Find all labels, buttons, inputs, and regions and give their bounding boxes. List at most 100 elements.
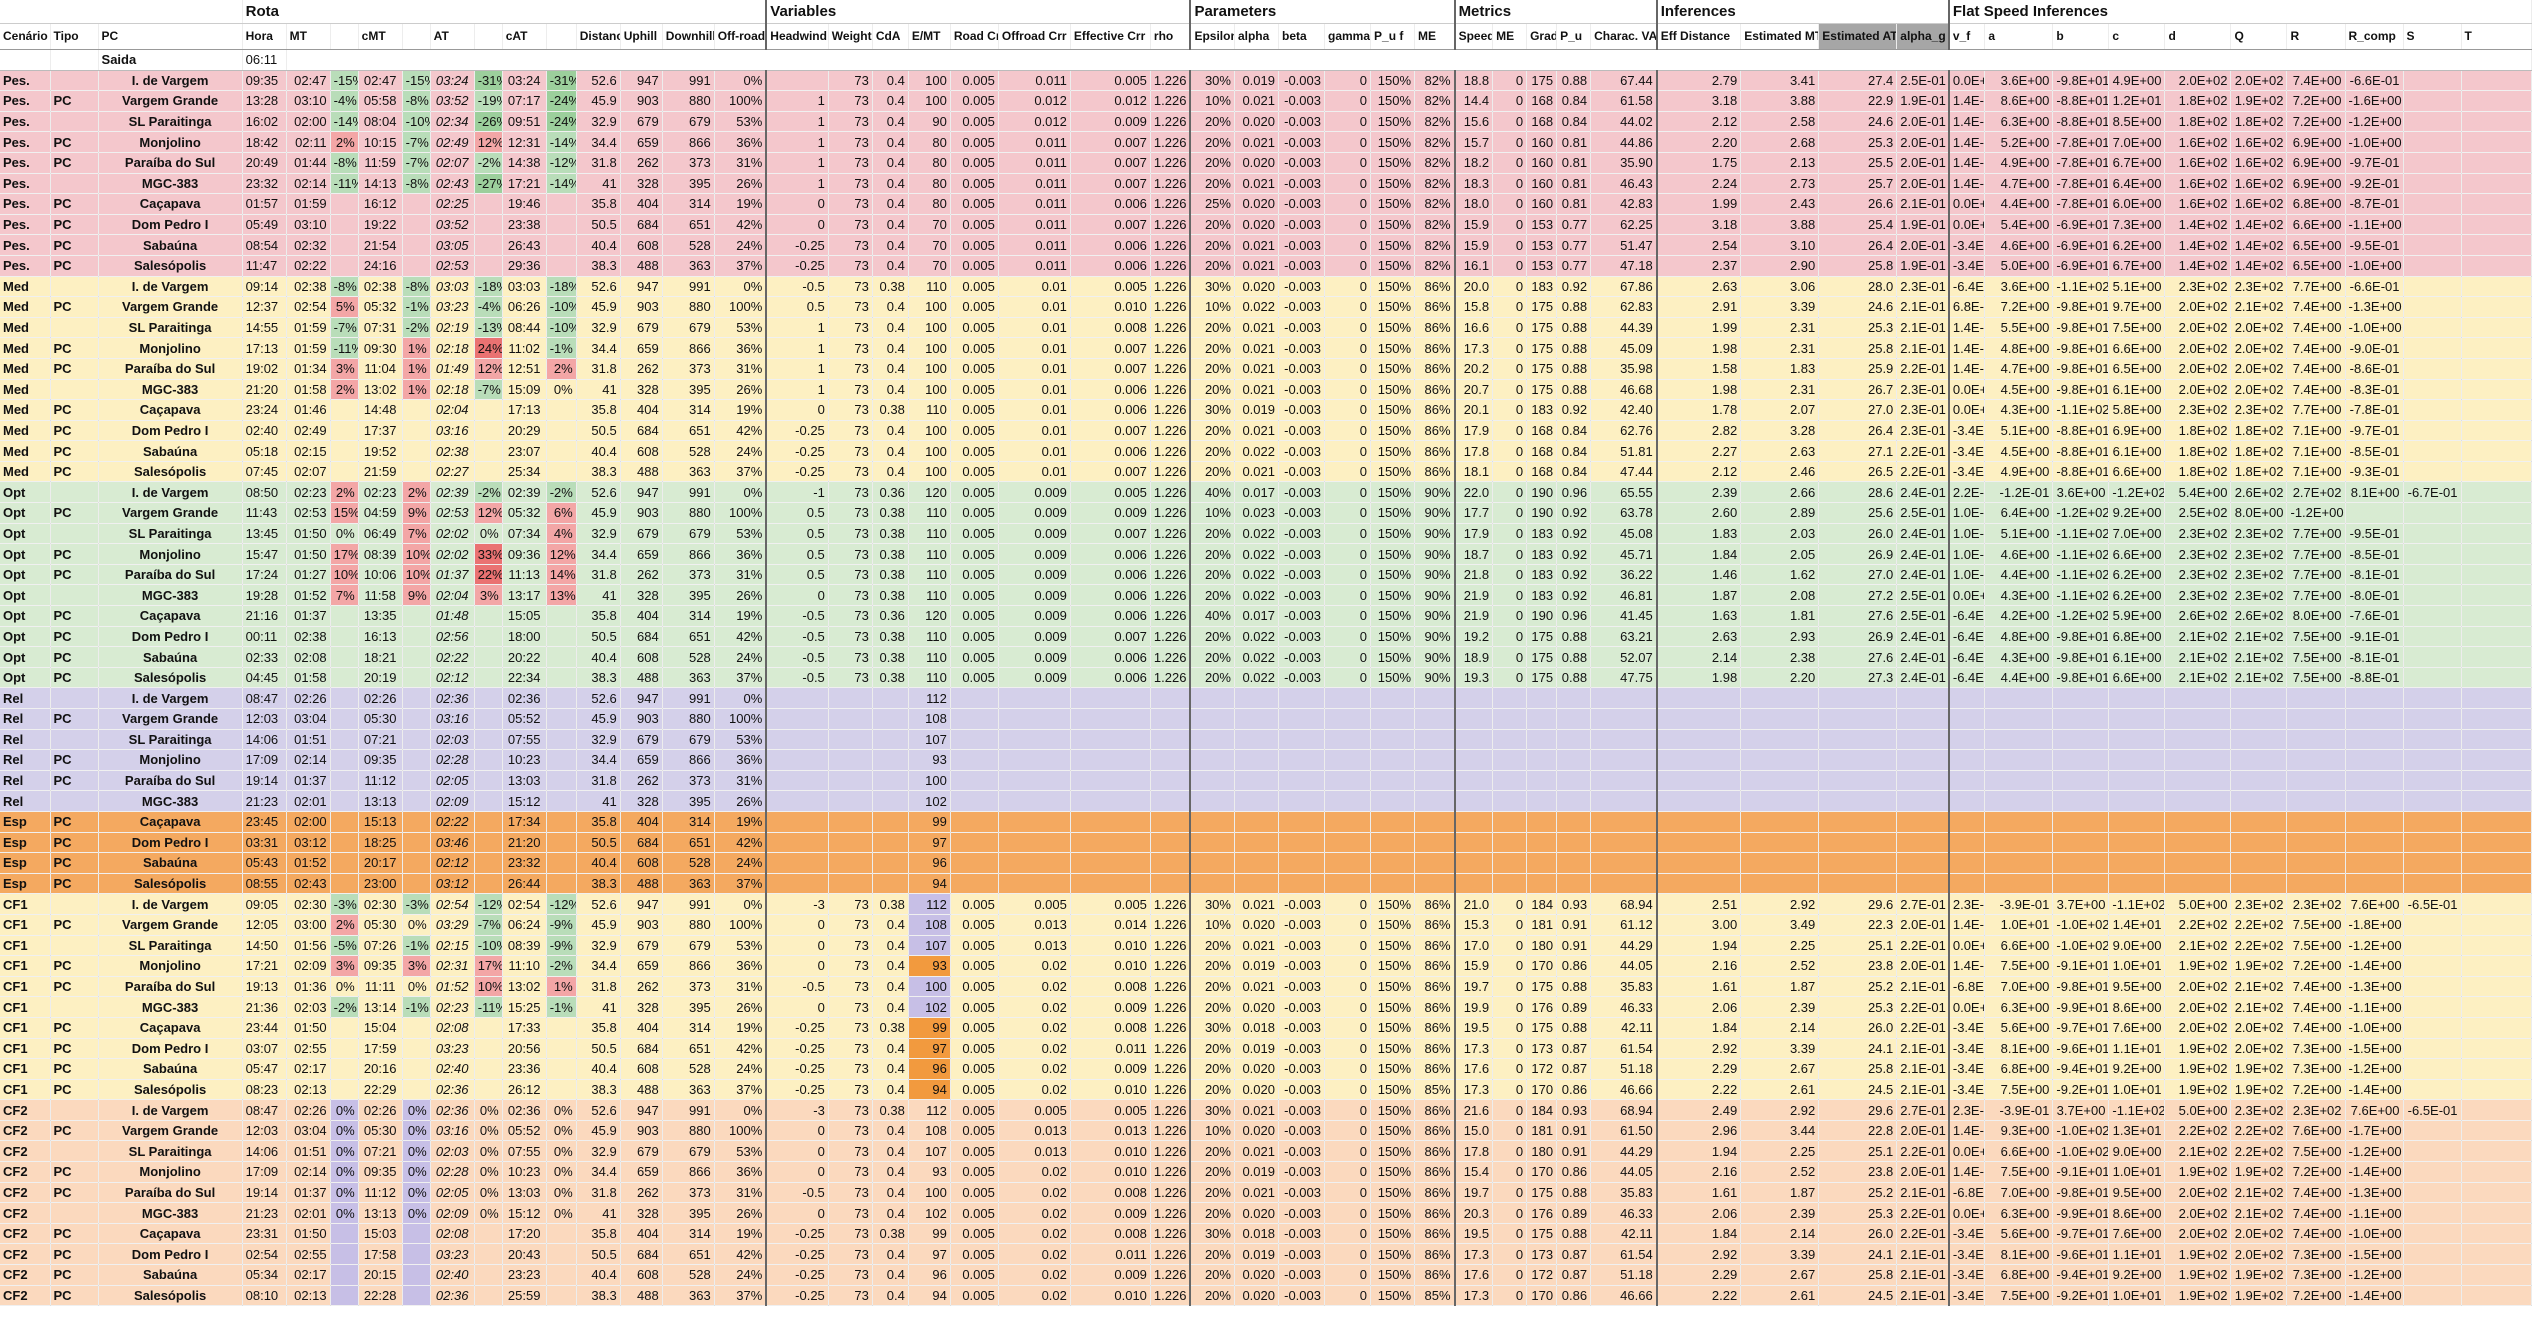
- table-cell[interactable]: 1.226: [1150, 1223, 1192, 1245]
- table-cell[interactable]: 73: [828, 1017, 873, 1039]
- table-cell[interactable]: 160: [1526, 152, 1558, 174]
- table-cell[interactable]: 1: [766, 152, 829, 174]
- table-cell[interactable]: 61.54: [1590, 1038, 1658, 1060]
- table-cell[interactable]: 0: [1492, 523, 1528, 545]
- table-cell[interactable]: 0.020: [1234, 1120, 1279, 1142]
- column-header[interactable]: alpha_g: [1896, 23, 1950, 50]
- table-cell[interactable]: [1492, 852, 1528, 874]
- table-cell[interactable]: 96: [908, 1058, 951, 1080]
- table-cell[interactable]: -0.003: [1278, 626, 1326, 648]
- table-cell[interactable]: MGC-383: [98, 584, 243, 607]
- table-cell[interactable]: 86%: [1414, 1058, 1456, 1080]
- table-cell[interactable]: 0.021: [1234, 317, 1279, 339]
- table-cell[interactable]: 1.98: [1656, 337, 1742, 359]
- table-cell[interactable]: 02:13: [286, 1285, 331, 1307]
- table-cell[interactable]: [2461, 276, 2532, 298]
- table-cell[interactable]: 15:13: [358, 811, 403, 833]
- table-cell[interactable]: 20%: [1190, 667, 1235, 689]
- table-cell[interactable]: 73: [828, 502, 873, 524]
- table-cell[interactable]: 328: [620, 996, 663, 1018]
- table-cell[interactable]: [2461, 70, 2532, 92]
- table-cell[interactable]: 86%: [1414, 1120, 1456, 1142]
- table-cell[interactable]: 363: [662, 255, 715, 277]
- table-cell[interactable]: [1370, 811, 1416, 833]
- table-cell[interactable]: [1656, 873, 1742, 895]
- table-cell[interactable]: 80: [908, 131, 951, 153]
- table-cell[interactable]: 09:14: [242, 276, 287, 298]
- table-cell[interactable]: -0.003: [1278, 461, 1326, 483]
- table-cell[interactable]: 6.7E+00: [2108, 255, 2166, 277]
- table-cell[interactable]: 0: [1492, 296, 1528, 318]
- table-cell[interactable]: 17.9: [1454, 523, 1494, 545]
- table-cell[interactable]: 31.8: [576, 770, 621, 792]
- table-cell[interactable]: 86%: [1414, 1161, 1456, 1183]
- table-cell[interactable]: 175: [1526, 667, 1558, 689]
- table-cell[interactable]: 47.75: [1590, 667, 1658, 689]
- table-cell[interactable]: 328: [620, 1202, 663, 1224]
- table-cell[interactable]: 0.87: [1556, 1264, 1592, 1286]
- table-cell[interactable]: Salesópolis: [98, 667, 243, 689]
- table-cell[interactable]: 0.021: [1234, 935, 1279, 957]
- table-cell[interactable]: 0.005: [950, 996, 999, 1018]
- table-cell[interactable]: 15.6: [1454, 111, 1494, 133]
- table-cell[interactable]: 02:28: [430, 1161, 475, 1183]
- table-cell[interactable]: 14:13: [358, 173, 403, 195]
- table-cell[interactable]: [1948, 832, 1986, 854]
- table-cell[interactable]: Vargem Grande: [98, 1120, 243, 1142]
- table-cell[interactable]: [2461, 502, 2532, 524]
- table-cell[interactable]: 1.1E+01: [2108, 1038, 2166, 1060]
- table-cell[interactable]: 20%: [1190, 131, 1235, 153]
- table-cell[interactable]: 150%: [1370, 173, 1416, 195]
- table-cell[interactable]: [50, 996, 99, 1018]
- column-header[interactable]: rho: [1150, 23, 1192, 50]
- table-cell[interactable]: 02:26: [358, 1099, 403, 1121]
- table-cell[interactable]: -31%: [546, 70, 577, 92]
- table-cell[interactable]: 0.4: [872, 152, 909, 174]
- table-cell[interactable]: 10%: [1190, 502, 1235, 524]
- table-cell[interactable]: 2%: [330, 131, 359, 153]
- table-cell[interactable]: 00:11: [242, 626, 287, 648]
- table-cell[interactable]: [1454, 790, 1494, 812]
- table-cell[interactable]: 608: [620, 1058, 663, 1080]
- table-cell[interactable]: [1150, 832, 1192, 854]
- table-cell[interactable]: 1.4E+01: [2108, 914, 2166, 936]
- table-cell[interactable]: 2.2E-01: [1896, 358, 1950, 380]
- table-row[interactable]: Med I. de Vargem 09:14 02:38 -8% 02:38 -8% 03:0…: [0, 276, 2532, 298]
- table-cell[interactable]: [1414, 708, 1456, 730]
- table-cell[interactable]: 1.226: [1150, 234, 1192, 256]
- table-cell[interactable]: -0.5: [766, 626, 829, 648]
- table-cell[interactable]: 5.2E+00: [1984, 131, 2054, 153]
- table-cell[interactable]: -0.25: [766, 1017, 829, 1039]
- table-cell[interactable]: 7.4E+00: [2286, 1017, 2346, 1039]
- table-cell[interactable]: 03:29: [430, 914, 475, 936]
- table-row[interactable]: Pes.MGC-38323:3202:14-11%14:13-8%02:43-2…: [0, 173, 2532, 195]
- table-cell[interactable]: [1740, 687, 1820, 709]
- table-cell[interactable]: [2403, 873, 2462, 895]
- table-cell[interactable]: 6.3E+00: [1984, 996, 2054, 1018]
- table-cell[interactable]: 90: [908, 111, 951, 133]
- table-cell[interactable]: [1526, 873, 1558, 895]
- table-cell[interactable]: -10%: [546, 317, 577, 339]
- table-cell[interactable]: 97: [908, 1243, 951, 1266]
- table-cell[interactable]: [1070, 873, 1151, 895]
- table-cell[interactable]: [1234, 790, 1279, 812]
- table-cell[interactable]: 659: [620, 955, 663, 977]
- table-cell[interactable]: 0: [1324, 399, 1372, 421]
- table-cell[interactable]: 880: [662, 1120, 715, 1142]
- table-cell[interactable]: [1656, 832, 1742, 854]
- table-cell[interactable]: Med: [0, 440, 51, 462]
- table-cell[interactable]: 0.021: [1234, 1182, 1279, 1204]
- table-cell[interactable]: 2%: [330, 481, 359, 504]
- table-cell[interactable]: 395: [662, 379, 715, 401]
- table-cell[interactable]: [1414, 749, 1456, 771]
- table-cell[interactable]: 7.4E+00: [2286, 1202, 2346, 1224]
- table-cell[interactable]: 2.39: [1740, 996, 1820, 1018]
- table-cell[interactable]: Dom Pedro I: [98, 832, 243, 854]
- table-cell[interactable]: 32.9: [576, 1140, 621, 1163]
- table-cell[interactable]: 0.4: [872, 1285, 909, 1307]
- table-cell[interactable]: 2.2E+02: [2164, 1120, 2232, 1142]
- table-cell[interactable]: 1.87: [1740, 1182, 1820, 1204]
- table-cell[interactable]: 25.8: [1818, 255, 1898, 277]
- table-cell[interactable]: 26.4: [1818, 420, 1898, 442]
- table-cell[interactable]: [546, 399, 577, 421]
